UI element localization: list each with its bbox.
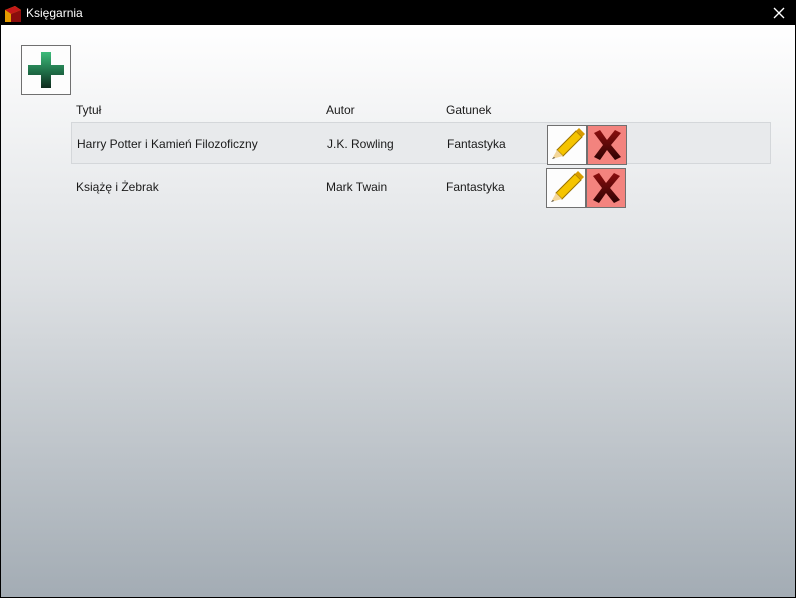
- title-bar[interactable]: Księgarnia: [1, 1, 795, 25]
- x-icon: [593, 173, 620, 203]
- app-window: Księgarnia Tytuł Autor Gatunek Harry Pot…: [0, 0, 796, 598]
- book-title: Harry Potter i Kamień Filozoficzny: [77, 137, 258, 151]
- app-icon: [5, 6, 21, 22]
- book-genre: Fantastyka: [447, 137, 506, 151]
- column-header-title[interactable]: Tytuł: [76, 103, 101, 117]
- close-icon: [773, 7, 785, 19]
- table-row[interactable]: Książę i Żebrak Mark Twain Fantastyka: [71, 166, 771, 208]
- delete-button[interactable]: [587, 125, 627, 165]
- close-button[interactable]: [763, 1, 795, 25]
- book-title: Książę i Żebrak: [76, 180, 159, 194]
- column-header-author[interactable]: Autor: [326, 103, 355, 117]
- book-author: J.K. Rowling: [327, 137, 394, 151]
- book-genre: Fantastyka: [446, 180, 505, 194]
- edit-button[interactable]: [547, 125, 587, 165]
- window-title: Księgarnia: [26, 6, 83, 20]
- plus-icon: [28, 52, 64, 88]
- table-row[interactable]: Harry Potter i Kamień Filozoficzny J.K. …: [71, 122, 771, 165]
- x-icon: [594, 130, 621, 160]
- book-author: Mark Twain: [326, 180, 388, 194]
- delete-button[interactable]: [586, 168, 626, 208]
- edit-button[interactable]: [546, 168, 586, 208]
- column-header-genre[interactable]: Gatunek: [446, 103, 491, 117]
- add-book-button[interactable]: [21, 45, 71, 95]
- pencil-icon: [552, 128, 585, 159]
- main-content: Tytuł Autor Gatunek Harry Potter i Kamie…: [1, 25, 795, 597]
- pencil-icon: [551, 171, 584, 202]
